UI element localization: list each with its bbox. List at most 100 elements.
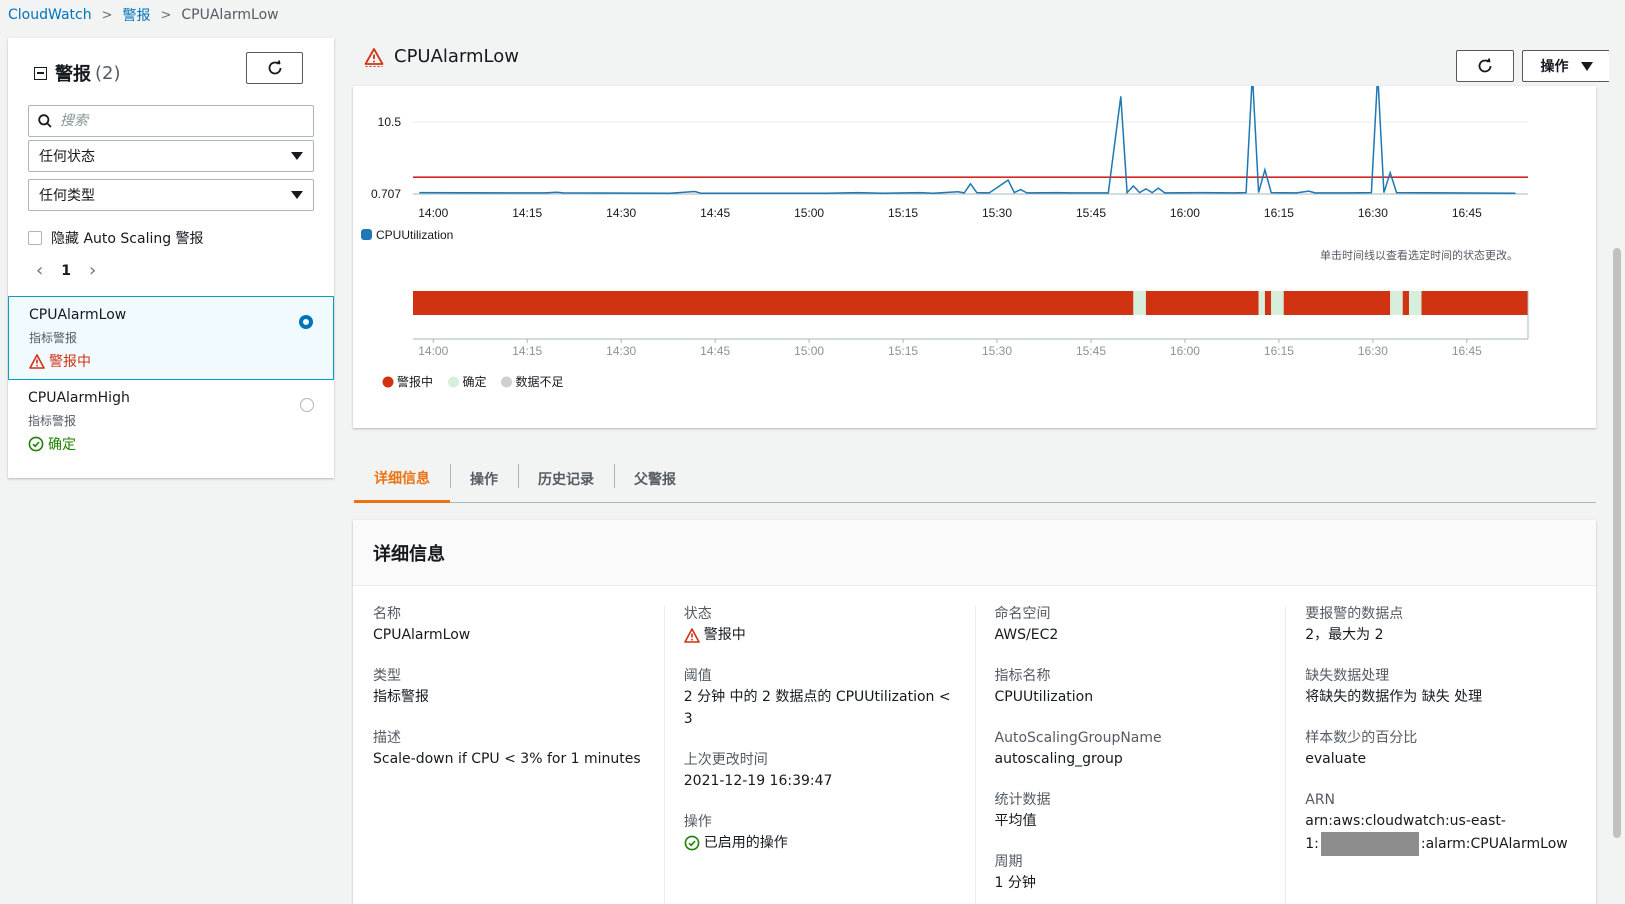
field-label: 阈值 — [683, 668, 712, 684]
state-text: 警报中 — [703, 627, 746, 643]
search-field[interactable] — [28, 105, 314, 137]
timeline-segment — [1271, 291, 1284, 315]
timeline-tick-label: 16:30 — [1358, 344, 1388, 358]
detail-field-name: 名称 CPUAlarmLow — [373, 604, 644, 646]
detail-field-description: 描述 Scale-down if CPU < 3% for 1 minutes — [373, 728, 644, 770]
tab-parent-alarms[interactable]: 父警报 — [614, 455, 696, 503]
actions-dropdown-button[interactable]: 操作 — [1522, 50, 1611, 82]
field-label: 状态 — [683, 606, 712, 622]
field-label: 缺失数据处理 — [1305, 668, 1390, 684]
timeline-tick-label: 15:00 — [794, 344, 824, 358]
search-input[interactable] — [60, 113, 280, 129]
x-tick-label: 14:00 — [418, 206, 448, 220]
tab-details[interactable]: 详细信息 — [354, 455, 450, 503]
detail-field-threshold: 阈值 2 分钟 中的 2 数据点的 CPUUtilization < 3 — [684, 666, 955, 730]
refresh-icon — [268, 60, 281, 75]
legend-swatch-cpuutilization — [361, 229, 372, 240]
type-filter-select[interactable]: 任何类型 — [28, 179, 314, 211]
hide-autoscaling-option[interactable]: 隐藏 Auto Scaling 警报 — [28, 228, 204, 248]
field-label: 统计数据 — [994, 792, 1051, 808]
timeline-legend-swatch — [448, 376, 459, 388]
timeline-segment — [1408, 291, 1422, 315]
page-title-text: CPUAlarmLow — [394, 46, 520, 67]
alarm-select-radio[interactable] — [299, 315, 313, 329]
alarm-status-text: 警报中 — [49, 354, 91, 370]
timeline-segment — [1402, 291, 1409, 315]
alarm-list-title-text: 警报 — [55, 64, 91, 85]
arn-prefix: 1: — [1305, 836, 1319, 852]
scrollbar-thumb[interactable] — [1613, 248, 1621, 838]
detail-field-arn: ARN arn:aws:cloudwatch:us-east- 1: :alar… — [1305, 790, 1576, 856]
timeline-tick-label: 16:15 — [1264, 344, 1294, 358]
page-scrollbar[interactable] — [1609, 38, 1625, 904]
hide-autoscaling-label: 隐藏 Auto Scaling 警报 — [51, 231, 204, 247]
timeline-tick-label: 14:00 — [418, 344, 448, 358]
sidebar-refresh-button[interactable] — [246, 52, 303, 84]
alarm-list-item[interactable]: CPUAlarmHigh 指标警报 确定 — [8, 380, 334, 464]
field-value: 指标警报 — [373, 689, 429, 705]
timeline-tick-label: 15:45 — [1076, 344, 1106, 358]
field-value: autoscaling_group — [994, 751, 1123, 767]
y-tick-label: 10.5 — [378, 115, 402, 129]
page-number[interactable]: 1 — [49, 263, 83, 279]
warning-icon — [683, 627, 700, 643]
field-label: 操作 — [683, 814, 712, 830]
check-circle-icon — [684, 835, 700, 851]
timeline-segment — [1258, 291, 1265, 315]
alarm-select-radio[interactable] — [300, 398, 314, 412]
breadcrumb-alarms-link[interactable]: 警报 — [122, 5, 150, 25]
alarm-name[interactable]: CPUAlarmLow — [29, 307, 313, 323]
state-filter-select[interactable]: 任何状态 — [28, 140, 314, 172]
actions-label: 操作 — [1540, 59, 1569, 75]
field-label: 描述 — [373, 730, 401, 746]
detail-field-namespace: 命名空间 AWS/EC2 — [995, 604, 1266, 646]
warning-icon — [364, 47, 384, 67]
timeline-legend-label: 确定 — [463, 374, 487, 389]
collapse-icon[interactable] — [34, 66, 47, 80]
field-label: 类型 — [373, 668, 401, 684]
chevron-left-icon[interactable]: ‹ — [30, 260, 49, 281]
hide-autoscaling-checkbox[interactable] — [28, 231, 42, 245]
breadcrumb-cloudwatch-link[interactable]: CloudWatch — [8, 7, 92, 23]
detail-field-state: 状态 警报中 — [684, 604, 955, 646]
detail-field-datapoints: 要报警的数据点 2，最大为 2 — [1305, 604, 1576, 646]
x-tick-label: 14:45 — [700, 206, 730, 220]
x-tick-label: 15:00 — [794, 206, 824, 220]
tab-history[interactable]: 历史记录 — [518, 455, 614, 503]
check-circle-icon — [28, 436, 44, 452]
arn-suffix: :alarm:CPUAlarmLow — [1420, 836, 1568, 852]
alarm-list-item[interactable]: CPUAlarmLow 指标警报 警报中 — [8, 296, 334, 380]
details-column: 名称 CPUAlarmLow 类型 指标警报 描述 Scale-down if … — [353, 586, 664, 904]
alarm-name[interactable]: CPUAlarmHigh — [28, 390, 314, 406]
alarm-list-title[interactable]: 警报 (2) — [34, 60, 121, 86]
timeline-tick-label: 15:30 — [982, 344, 1012, 358]
timeline-tick-label: 16:45 — [1452, 344, 1482, 358]
details-column: 命名空间 AWS/EC2 指标名称 CPUUtilization AutoSca… — [974, 586, 1286, 904]
timeline-legend-label: 数据不足 — [516, 374, 564, 389]
chevron-right-icon: > — [101, 7, 113, 23]
detail-field-type: 类型 指标警报 — [373, 666, 644, 708]
chevron-right-icon[interactable]: › — [83, 260, 102, 281]
timeline-tick-label: 16:00 — [1170, 344, 1200, 358]
y-tick-label: 0.707 — [371, 187, 401, 201]
timeline-segment — [1145, 291, 1259, 315]
field-value: evaluate — [1305, 751, 1367, 767]
refresh-button[interactable] — [1456, 50, 1514, 82]
field-value: Scale-down if CPU < 3% for 1 minutes — [373, 751, 641, 767]
x-tick-label: 15:45 — [1076, 206, 1106, 220]
timeline-hint: 单击时间线以查看选定时间的状态更改。 — [1320, 248, 1518, 262]
tab-actions[interactable]: 操作 — [450, 455, 518, 503]
metric-chart[interactable]: 10.5 0.707 14:00 14:15 14:30 14:45 15:00 15:15 1… — [353, 86, 1596, 428]
timeline-tick-label: 14:45 — [700, 344, 730, 358]
alarm-status-text: 确定 — [48, 437, 76, 453]
detail-field-low-sample: 样本数少的百分比 evaluate — [1305, 728, 1576, 770]
timeline-tick-label: 15:15 — [888, 344, 918, 358]
alarm-count: (2) — [95, 62, 121, 84]
search-icon — [38, 114, 52, 128]
field-value: 将缺失的数据作为 缺失 处理 — [1305, 689, 1483, 705]
alarm-list-panel: 警报 (2) 任何状态 任何类型 隐藏 Auto Scaling 警报 ‹ 1 … — [8, 38, 334, 478]
field-label: AutoScalingGroupName — [994, 730, 1162, 746]
field-label: ARN — [1305, 792, 1336, 808]
timeline-segment — [1133, 291, 1146, 315]
field-value: 2 分钟 中的 2 数据点的 CPUUtilization < 3 — [683, 689, 951, 727]
